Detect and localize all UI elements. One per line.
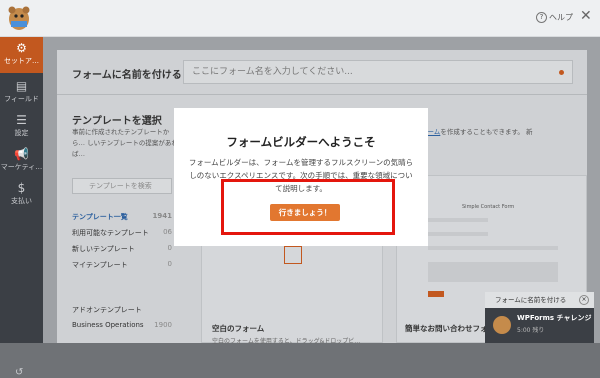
sliders-icon: ☰ [16,113,27,127]
addon-categories: アドオンテンプレート Business Operations 1900 [72,305,172,337]
template-section-title: テンプレートを選択 [72,116,162,127]
challenge-body: WPForms チャレンジ 5:00 残り [485,308,594,343]
category-count: 1900 [154,321,172,329]
sidebar-item-label: 支払い [11,197,32,205]
form-name-label: フォームに名前を付ける [72,70,182,81]
wpforms-logo [8,6,30,30]
challenge-widget: フォームに名前を付ける × WPForms チャレンジ 5:00 残り [485,292,594,343]
category-all[interactable]: テンプレート一覧 1941 [72,212,172,228]
blank-form-title: 空白のフォーム [212,324,265,333]
sidebar-item-label: セットア… [4,57,39,65]
sidebar-item-label: フィールド [4,95,39,103]
category-label: マイテンプレート [72,261,128,269]
sidebar: ⚙ セットア… ▤ フィールド ☰ 設定 📢 マーケティ… $ 支払い ↺ [0,37,43,378]
challenge-step: フォームに名前を付ける [495,296,567,304]
challenge-name: WPForms チャレンジ [517,314,592,322]
category-label: Business Operations [72,321,144,329]
preview-field [428,232,488,236]
highlight-box [221,179,395,235]
close-icon[interactable]: × [579,295,589,305]
blank-form-preview [284,246,302,264]
sidebar-item-fields[interactable]: ▤ フィールド [0,75,43,111]
required-dot [559,70,564,75]
preview-field [428,246,558,250]
challenge-timer: 5:00 残り [517,327,545,334]
question-circle-icon: ? [536,12,547,23]
blank-form-sub: 空白のフォームを使用すると、ドラッグ&ドロップビ… [212,338,361,345]
contact-preview-title: Simple Contact Form [462,204,515,210]
own-form-suffix: を作成することもできます。 新 [440,128,533,136]
form-name-placeholder: ここにフォーム名を入力してください... [192,67,353,77]
simple-contact-title: 簡単なお問い合わせフォ… [405,324,495,333]
sidebar-item-settings[interactable]: ☰ 設定 [0,109,43,145]
category-new[interactable]: 新しいテンプレート 0 [72,244,172,260]
category-count: 06 [163,228,172,236]
challenge-header[interactable]: フォームに名前を付ける × [485,292,594,308]
category-label: 利用可能なテンプレート [72,229,149,237]
preview-field [428,218,488,222]
category-label: アドオンテンプレート [72,306,142,314]
close-icon[interactable]: ✕ [580,8,592,24]
preview-textarea [428,262,558,282]
help-link[interactable]: ? ヘルプ [536,12,573,23]
template-search-placeholder: テンプレートを検索 [89,182,152,190]
category-addons[interactable]: アドオンテンプレート [72,305,172,321]
help-label: ヘルプ [549,13,573,22]
sidebar-item-label: マーケティ… [0,163,43,171]
gear-icon: ⚙ [16,41,27,55]
dollar-icon: $ [17,181,26,195]
back-icon[interactable]: ↺ [15,367,23,378]
category-label: 新しいテンプレート [72,245,135,253]
modal-title: フォームビルダーへようこそ [226,135,376,149]
sidebar-item-marketing[interactable]: 📢 マーケティ… [0,143,43,179]
category-count: 1941 [152,212,172,220]
megaphone-icon: 📢 [14,147,29,161]
category-mine[interactable]: マイテンプレート 0 [72,260,172,276]
top-bar: ? ヘルプ ✕ [0,0,600,37]
sidebar-item-setup[interactable]: ⚙ セットア… [0,37,43,73]
template-description: 事前に作成されたテンプレートから… しいテンプレートの提案があれば… [72,128,178,158]
avatar [493,316,511,334]
category-available[interactable]: 利用可能なテンプレート 06 [72,228,172,244]
fields-icon: ▤ [15,79,28,93]
category-count: 0 [167,260,172,268]
sidebar-item-payments[interactable]: $ 支払い [0,177,43,213]
category-business[interactable]: Business Operations 1900 [72,321,172,337]
template-search-input[interactable]: テンプレートを検索 [72,178,172,194]
category-count: 0 [167,244,172,252]
preview-submit [428,291,444,297]
category-label: テンプレート一覧 [72,213,128,221]
form-name-input[interactable]: ここにフォーム名を入力してください... [183,60,573,84]
template-categories: テンプレート一覧 1941 利用可能なテンプレート 06 新しいテンプレート 0… [72,212,172,276]
sidebar-item-label: 設定 [14,129,29,137]
